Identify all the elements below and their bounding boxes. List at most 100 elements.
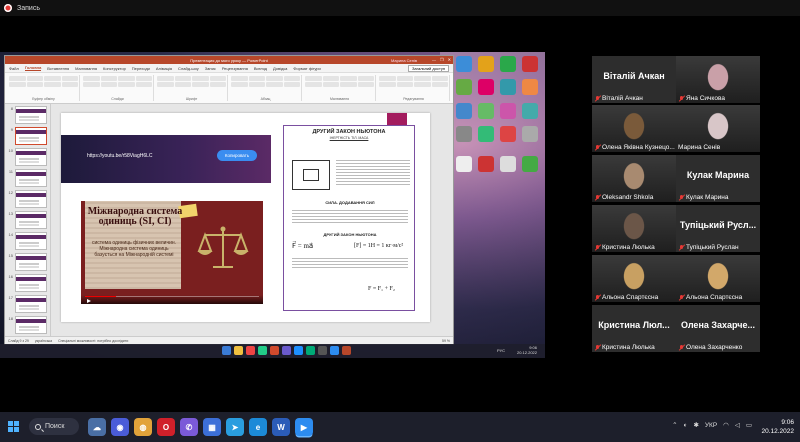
tray-bluetooth-icon[interactable]: ✱	[693, 421, 698, 429]
weather-icon[interactable]: ☁	[88, 418, 106, 436]
desktop-shortcut-icon[interactable]	[500, 56, 516, 72]
ribbon-command[interactable]	[118, 76, 135, 81]
shared-taskbar-app-icon[interactable]	[318, 346, 327, 355]
opera-icon[interactable]: O	[157, 418, 175, 436]
slide-thumbnail[interactable]: 11	[7, 169, 48, 187]
shared-taskbar-app-icon[interactable]	[270, 346, 279, 355]
ribbon-command[interactable]	[322, 76, 339, 81]
ribbon-command[interactable]	[266, 82, 283, 87]
ribbon-command[interactable]	[305, 82, 322, 87]
ribbon-command[interactable]	[431, 82, 448, 87]
tab-10[interactable]: Вигляд	[254, 66, 267, 71]
desktop-shortcut-icon[interactable]	[522, 156, 538, 172]
slide-thumbnail[interactable]: 9	[7, 127, 48, 145]
desktop-shortcut-icon[interactable]	[500, 79, 516, 96]
ribbon-command[interactable]	[283, 82, 300, 87]
ribbon-command[interactable]	[192, 82, 209, 87]
desktop-shortcut-icon[interactable]	[456, 102, 472, 119]
shared-taskbar-app-icon[interactable]	[294, 346, 303, 355]
start-icon[interactable]	[8, 421, 19, 432]
desktop-shortcut-icon[interactable]	[456, 56, 472, 72]
ribbon-command[interactable]	[357, 76, 374, 81]
ribbon-command[interactable]	[248, 76, 265, 81]
telegram-icon[interactable]: ➤	[226, 418, 244, 436]
ribbon-command[interactable]	[100, 76, 117, 81]
slide-thumbnail[interactable]: 16	[7, 274, 48, 292]
minimize-icon[interactable]: —	[432, 56, 436, 64]
video-url[interactable]: https://youtu.be/r58ViagH6LC	[87, 153, 153, 159]
participant-tile[interactable]: Віталій Ачкан Віталій Ачкан	[592, 56, 676, 103]
status-lang[interactable]: українська	[35, 339, 52, 343]
ribbon-command[interactable]	[322, 82, 339, 87]
shared-taskbar-app-icon[interactable]	[306, 346, 315, 355]
slide-thumbnail[interactable]: 17	[7, 295, 48, 313]
participant-tile[interactable]: Кристина Люл... Кристина Люлька	[592, 305, 676, 352]
slide-thumbnail[interactable]: 18	[7, 316, 48, 334]
battery-icon[interactable]: ▭	[746, 421, 752, 429]
ribbon-command[interactable]	[283, 76, 300, 81]
shared-taskbar-app-icon[interactable]	[234, 346, 243, 355]
chrome-icon[interactable]: ◍	[134, 418, 152, 436]
slide-thumbnail[interactable]: 15	[7, 253, 48, 271]
current-slide[interactable]: https://youtu.be/r58ViagH6LC Копировать …	[61, 113, 430, 322]
desktop-shortcut-icon[interactable]	[478, 56, 494, 72]
ribbon-command[interactable]	[340, 76, 357, 81]
ribbon-command[interactable]	[135, 76, 152, 81]
tab-3[interactable]: Малювання	[75, 66, 97, 71]
participant-tile[interactable]: Кристина Люлька	[592, 205, 676, 252]
ribbon-command[interactable]	[44, 76, 61, 81]
participant-tile[interactable]: Альона Спартєсна	[592, 255, 676, 302]
slide-thumbnail[interactable]: 10	[7, 148, 48, 166]
ribbon-command[interactable]	[231, 82, 248, 87]
tab-6[interactable]: Анімація	[156, 66, 172, 71]
tab-5[interactable]: Переходи	[132, 66, 150, 71]
ribbon-command[interactable]	[209, 82, 226, 87]
share-button[interactable]: Загальний доступ	[407, 64, 449, 72]
shared-taskbar-app-icon[interactable]	[222, 346, 231, 355]
desktop-shortcut-icon[interactable]	[478, 79, 494, 96]
ribbon-command[interactable]	[396, 82, 413, 87]
desktop-shortcut-icon[interactable]	[456, 79, 472, 96]
slide-thumbnail[interactable]: 12	[7, 190, 48, 208]
ribbon-command[interactable]	[118, 82, 135, 87]
ribbon-command[interactable]	[209, 76, 226, 81]
ribbon-command[interactable]	[192, 76, 209, 81]
ribbon-command[interactable]	[9, 76, 26, 81]
ribbon-command[interactable]	[9, 82, 26, 87]
shared-taskbar-app-icon[interactable]	[282, 346, 291, 355]
ribbon-command[interactable]	[26, 76, 43, 81]
status-accessibility[interactable]: Спеціальні можливості: потрібно дослідит…	[58, 339, 128, 343]
wifi-icon[interactable]: ◠	[723, 421, 729, 429]
ribbon-command[interactable]	[174, 82, 191, 87]
shared-taskbar-app-icon[interactable]	[342, 346, 351, 355]
desktop-shortcut-icon[interactable]	[500, 156, 516, 172]
ribbon-command[interactable]	[83, 82, 100, 87]
desktop-shortcut-icon[interactable]	[522, 125, 538, 142]
tab-12[interactable]: Формат фігури	[293, 66, 320, 71]
ribbon-command[interactable]	[414, 82, 431, 87]
tab-2[interactable]: Вставлення	[47, 66, 69, 71]
desktop-shortcut-icon[interactable]	[500, 102, 516, 119]
shared-taskbar-app-icon[interactable]	[330, 346, 339, 355]
slide-thumbnail[interactable]: 8	[7, 106, 48, 124]
volume-icon[interactable]: ◁	[735, 421, 740, 429]
zoom-app-icon[interactable]: ▶	[295, 418, 313, 436]
desktop-shortcut-icon[interactable]	[522, 102, 538, 119]
participant-tile[interactable]: Марина Сенів	[676, 105, 760, 152]
viber-icon[interactable]: ✆	[180, 418, 198, 436]
ribbon-command[interactable]	[431, 76, 448, 81]
clock[interactable]: 9:06 20.12.2022	[761, 418, 794, 436]
desktop-shortcut-icon[interactable]	[500, 125, 516, 142]
ribbon-command[interactable]	[340, 82, 357, 87]
slide-thumbnail[interactable]: 13	[7, 211, 48, 229]
edge-icon[interactable]: e	[249, 418, 267, 436]
store-icon[interactable]: ▦	[203, 418, 221, 436]
ribbon-command[interactable]	[61, 76, 78, 81]
ribbon-command[interactable]	[174, 76, 191, 81]
participant-tile[interactable]: Тупіцький Русл... Тупіцький Руслан	[676, 205, 760, 252]
ribbon-command[interactable]	[379, 82, 396, 87]
participant-tile[interactable]: Альона Спартєсна	[676, 255, 760, 302]
ribbon-command[interactable]	[44, 82, 61, 87]
participant-tile[interactable]: Яна Сичкова	[676, 56, 760, 103]
ribbon-command[interactable]	[83, 76, 100, 81]
